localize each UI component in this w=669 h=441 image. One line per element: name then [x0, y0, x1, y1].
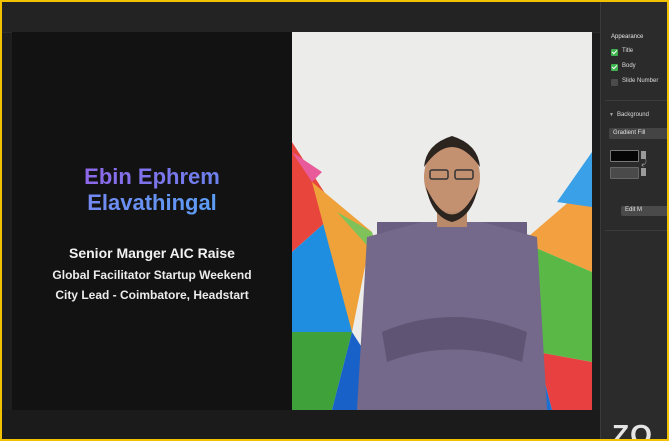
speaker-subtitle-1: Global Facilitator Startup Weekend	[52, 268, 252, 282]
app-window: Ebin Ephrem Elavathingal Senior Manger A…	[2, 2, 667, 439]
speaker-photo	[292, 32, 592, 410]
background-section-toggle[interactable]: ▼ Background	[609, 112, 649, 118]
appearance-heading: Appearance	[611, 34, 644, 40]
section-divider	[605, 100, 667, 101]
background-heading: Background	[616, 112, 649, 118]
slide-canvas[interactable]: Ebin Ephrem Elavathingal Senior Manger A…	[12, 32, 592, 410]
speaker-role: Senior Manger AIC Raise	[69, 245, 235, 261]
checkbox-unchecked-icon	[611, 79, 618, 86]
disclosure-triangle-icon: ▼	[609, 112, 614, 118]
swap-colors-icon[interactable]: ⤸	[641, 157, 647, 168]
color-well-arrow-icon	[641, 168, 646, 176]
title-checkbox-label: Title	[622, 48, 634, 54]
edit-master-button-label: Edit M	[625, 207, 643, 213]
gradient-color-2-well[interactable]	[610, 167, 646, 179]
speaker-subtitle-2: City Lead - Coimbatore, Headstart	[55, 288, 249, 302]
zoom-watermark: ZO	[612, 419, 653, 439]
checkbox-checked-icon	[611, 64, 618, 71]
edit-master-button[interactable]: Edit M	[621, 206, 667, 216]
slide-text-area: Ebin Ephrem Elavathingal Senior Manger A…	[12, 32, 292, 410]
slide-number-checkbox-label: Slide Number	[622, 78, 659, 84]
checkbox-checked-icon	[611, 49, 618, 56]
gradient-color-1-well[interactable]	[610, 150, 646, 162]
inspector-panel: Appearance Title Body Slide Number ▼ Back…	[600, 2, 667, 439]
speaker-first-name: Ebin Ephrem	[12, 164, 292, 190]
fill-type-select[interactable]: Gradient Fill	[609, 128, 667, 139]
fill-type-value: Gradient Fill	[613, 130, 646, 136]
speaker-name: Ebin Ephrem Elavathingal	[12, 164, 292, 216]
video-bottom-bar	[2, 410, 600, 439]
section-divider	[605, 230, 667, 231]
speaker-last-name: Elavathingal	[12, 190, 292, 216]
video-top-bar	[2, 2, 600, 33]
body-checkbox-label: Body	[622, 63, 636, 69]
